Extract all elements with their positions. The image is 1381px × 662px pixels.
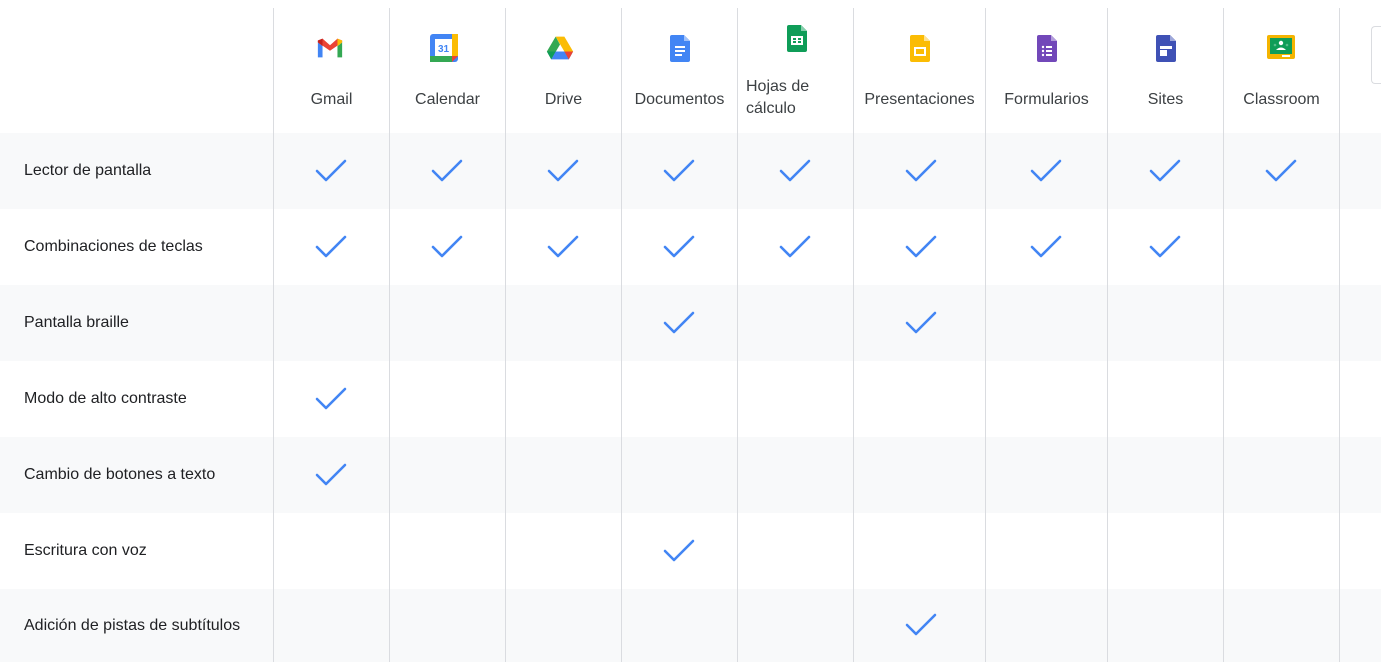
table-row: Modo de alto contraste (0, 361, 1381, 437)
table-row: Adición de pistas de subtítulos (0, 589, 1381, 662)
column-label: Calendar (415, 91, 480, 108)
column-header-classroom: Classroom (1224, 0, 1339, 133)
accessibility-feature-table: Lector de pantalla Combinaciones de tecl… (0, 0, 1381, 662)
check-icon (1028, 156, 1064, 186)
check-icon (777, 156, 813, 186)
row-label: Escritura con voz (24, 542, 147, 559)
slides-icon (906, 34, 934, 62)
row-label: Modo de alto contraste (24, 390, 187, 407)
check-icon (313, 384, 349, 414)
column-header-drive: Drive (506, 0, 621, 133)
sheets-icon (783, 24, 811, 52)
column-header-sites: Sites (1108, 0, 1223, 133)
check-icon (1147, 232, 1183, 262)
drive-icon (546, 34, 574, 62)
row-label: Adición de pistas de subtítulos (24, 616, 241, 634)
check-icon (903, 308, 939, 338)
docs-icon (666, 34, 694, 62)
column-header-documentos: Documentos (622, 0, 737, 133)
check-icon (661, 308, 697, 338)
check-icon (661, 156, 697, 186)
column-label: Presentaciones (864, 91, 975, 108)
row-label: Pantalla braille (24, 314, 129, 331)
check-icon (545, 156, 581, 186)
check-icon (429, 156, 465, 186)
column-label: Drive (544, 91, 583, 108)
sites-icon (1152, 34, 1180, 62)
check-icon (545, 232, 581, 262)
gmail-icon (316, 34, 344, 62)
check-icon (1028, 232, 1064, 262)
column-header-hojas: Hojas de cálculo (738, 0, 853, 133)
table-row: Cambio de botones a texto (0, 437, 1381, 513)
column-label: Classroom (1243, 91, 1320, 108)
row-label: Lector de pantalla (24, 162, 152, 179)
classroom-icon (1267, 34, 1295, 62)
column-header-presentaciones: Presentaciones (854, 0, 985, 133)
check-icon (313, 156, 349, 186)
forms-icon (1033, 34, 1061, 62)
column-header-calendar: 31 Calendar (390, 0, 505, 133)
check-icon (661, 536, 697, 566)
column-header-formularios: Formularios (986, 0, 1107, 133)
check-icon (1263, 156, 1299, 186)
column-label: Documentos (634, 91, 725, 108)
check-icon (903, 610, 939, 640)
check-icon (661, 232, 697, 262)
svg-text:31: 31 (438, 44, 450, 55)
column-label: Formularios (1004, 91, 1089, 108)
column-label: Hojas de cálculo (746, 78, 810, 117)
column-divider (1339, 8, 1340, 662)
check-icon (313, 232, 349, 262)
column-label: Gmail (310, 91, 353, 108)
check-icon (429, 232, 465, 262)
row-label: Cambio de botones a texto (24, 466, 216, 483)
check-icon (1147, 156, 1183, 186)
calendar-icon: 31 (430, 34, 458, 62)
check-icon (903, 156, 939, 186)
row-label: Combinaciones de teclas (24, 238, 203, 255)
check-icon (903, 232, 939, 262)
check-icon (313, 460, 349, 490)
check-icon (777, 232, 813, 262)
scrollbar[interactable] (1371, 26, 1381, 84)
column-header-gmail: Gmail (274, 0, 389, 133)
column-label: Sites (1147, 91, 1184, 108)
